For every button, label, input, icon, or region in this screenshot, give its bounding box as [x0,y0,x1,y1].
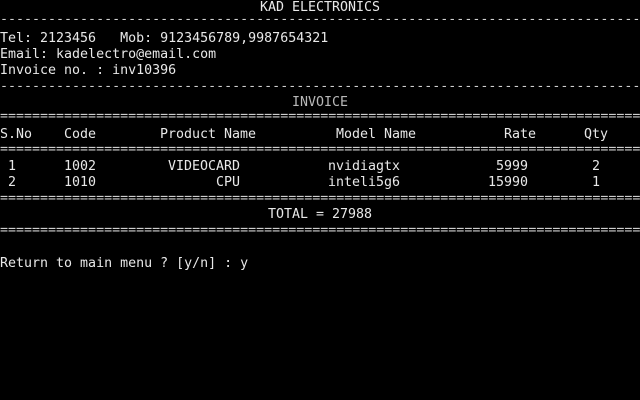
row2-product: CPU [216,175,241,190]
total-bottom-rule: ========================================… [0,223,640,238]
return-menu-prompt[interactable]: Return to main menu ? [y/n] : y [0,256,248,272]
header-code: Code [64,127,97,142]
header-dash-rule: ----------------------------------------… [0,79,640,94]
header-qty: Qty [584,127,609,142]
row2-qty: 1 [592,175,601,190]
table-top-rule: ========================================… [0,109,640,124]
row1-model: nvidiagtx [328,159,401,174]
header-product-name: Product Name [160,127,257,142]
contact-phone-line: Tel: 2123456 Mob: 9123456789,9987654321 [0,31,329,46]
header-sno: S.No [0,127,33,142]
header-rate: Rate [504,127,537,142]
row1-product: VIDEOCARD [168,159,241,174]
header-model-name: Model Name [336,127,417,142]
console-screen: KAD ELECTRONICS ------------------------… [0,0,640,400]
row2-code: 1010 [64,175,97,190]
row2-sno: 2 [8,175,17,190]
row2-model: inteli5g6 [328,175,401,190]
row1-code: 1002 [64,159,97,174]
invoice-total: TOTAL = 27988 [267,207,373,222]
row2-rate: 15990 [488,175,529,190]
table-header-rule: ========================================… [0,142,640,157]
invoice-number-line: Invoice no. : inv10396 [0,63,177,78]
table-bottom-rule: ========================================… [0,191,640,206]
row1-sno: 1 [8,159,17,174]
row1-rate: 5999 [496,159,529,174]
top-dash-rule: ----------------------------------------… [0,12,640,27]
row1-qty: 2 [592,159,601,174]
contact-email-line: Email: kadelectro@email.com [0,47,217,62]
